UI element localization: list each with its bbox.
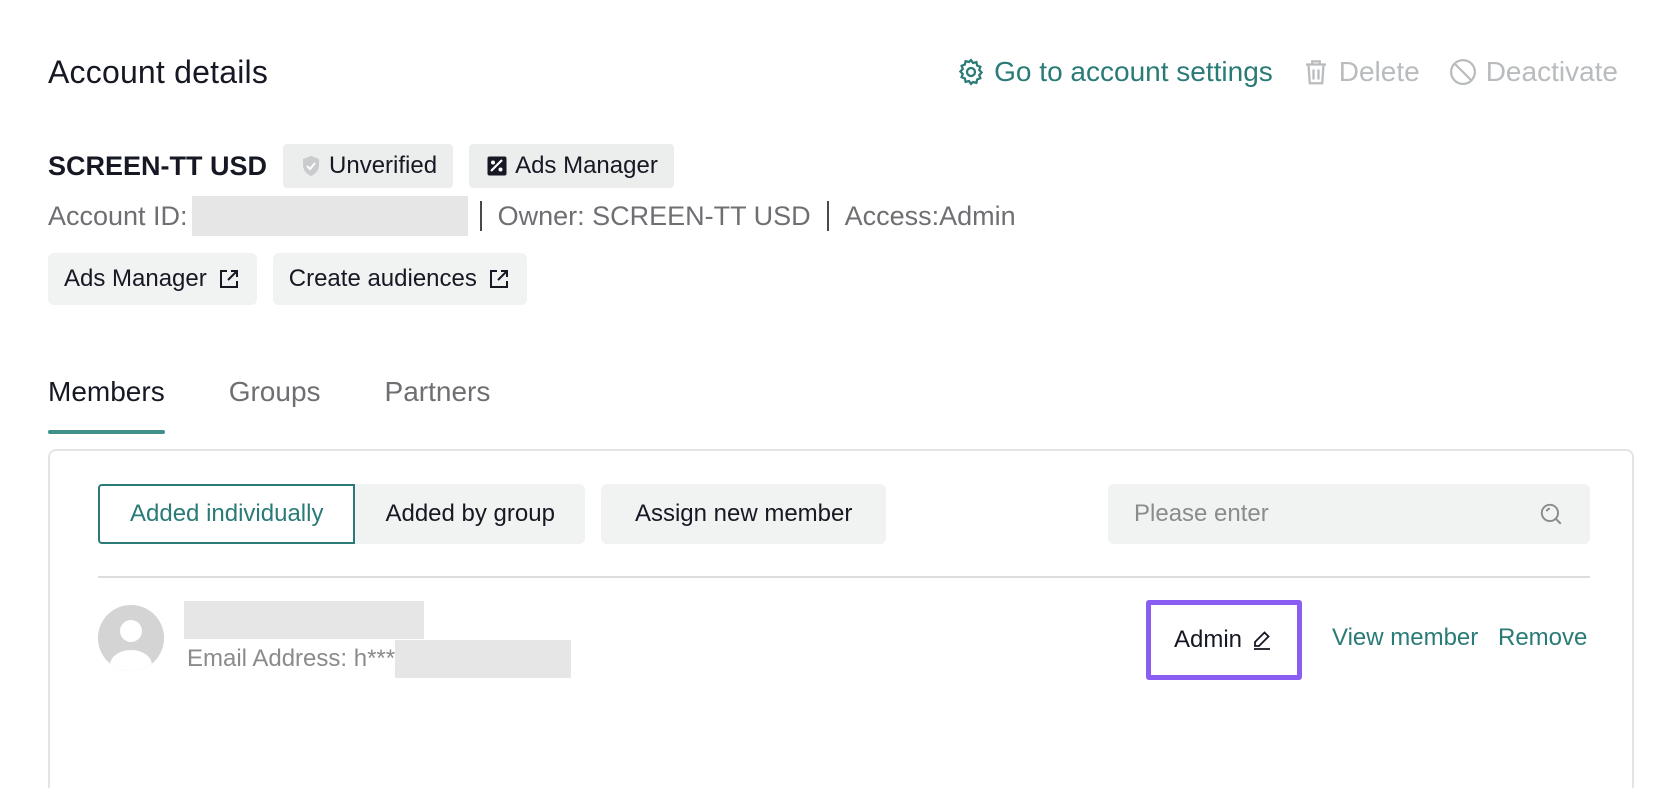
access-text: Access:Admin [844, 200, 1016, 231]
added-individually-toggle[interactable]: Added individually [98, 484, 356, 544]
account-meta: Account ID: Owner: SCREEN-TT USD Access:… [48, 196, 1016, 236]
member-role-edit[interactable]: Admin [1146, 600, 1302, 680]
header-actions: Go to account settings Delete Deactivate [956, 50, 1618, 94]
ads-manager-tag-label: Ads Manager [515, 152, 658, 179]
ads-manager-link-button[interactable]: Ads Manager [48, 253, 257, 305]
deactivate-button[interactable]: Deactivate [1448, 56, 1618, 88]
delete-button[interactable]: Delete [1301, 56, 1420, 88]
ads-manager-link-label: Ads Manager [64, 265, 207, 292]
create-audiences-link-button[interactable]: Create audiences [272, 253, 527, 305]
tab-partners[interactable]: Partners [385, 370, 491, 434]
role-label: Admin [1173, 626, 1243, 653]
email-redacted [395, 640, 572, 678]
page-header: Account details Go to account settings D… [48, 50, 1618, 94]
meta-separator [479, 201, 482, 231]
deactivate-label: Deactivate [1485, 56, 1618, 87]
shield-check-icon [303, 156, 320, 176]
ads-manager-icon [487, 156, 507, 176]
unverified-tag: Unverified [283, 144, 454, 188]
assign-new-member-button[interactable]: Assign new member [600, 484, 887, 544]
external-link-icon [489, 270, 508, 288]
search-input[interactable] [1134, 500, 1538, 528]
tab-bar: Members Groups Partners [48, 370, 490, 434]
list-divider [98, 576, 1590, 578]
page-title: Account details [48, 54, 269, 90]
external-links: Ads Manager Create audiences [48, 253, 527, 305]
member-filter-row: Added individually Added by group Assign… [98, 484, 887, 544]
view-member-link[interactable]: View member [1332, 624, 1478, 652]
owner-text: Owner: SCREEN-TT USD [497, 200, 811, 231]
member-row: Email Address: h*** Admin View member Re… [98, 600, 1590, 680]
unverified-label: Unverified [329, 152, 438, 179]
tab-members[interactable]: Members [48, 370, 165, 434]
go-to-account-settings-button[interactable]: Go to account settings [956, 56, 1273, 88]
email-prefix: Email Address: h*** [187, 645, 396, 672]
external-link-icon [219, 270, 238, 288]
create-audiences-label: Create audiences [288, 265, 477, 292]
edit-icon[interactable] [1250, 628, 1274, 652]
gear-icon [958, 58, 984, 86]
tab-groups[interactable]: Groups [229, 370, 321, 434]
account-title-row: SCREEN-TT USD Unverified Ads Manager [48, 144, 674, 188]
account-id-redacted [191, 196, 468, 236]
prohibited-icon [1449, 59, 1476, 85]
member-email: Email Address: h*** [187, 640, 572, 678]
trash-icon [1305, 60, 1326, 85]
member-name-redacted [184, 601, 424, 639]
settings-label: Go to account settings [994, 56, 1273, 87]
member-search [1108, 484, 1590, 544]
meta-separator [826, 201, 829, 231]
avatar [98, 605, 164, 671]
remove-member-link[interactable]: Remove [1498, 624, 1587, 652]
added-by-group-toggle[interactable]: Added by group [355, 484, 585, 544]
account-name: SCREEN-TT USD [48, 150, 268, 181]
ads-manager-tag: Ads Manager [469, 144, 674, 188]
account-id-label: Account ID: [48, 200, 188, 231]
search-icon[interactable] [1538, 501, 1564, 527]
delete-label: Delete [1338, 56, 1420, 87]
user-icon [98, 605, 164, 671]
